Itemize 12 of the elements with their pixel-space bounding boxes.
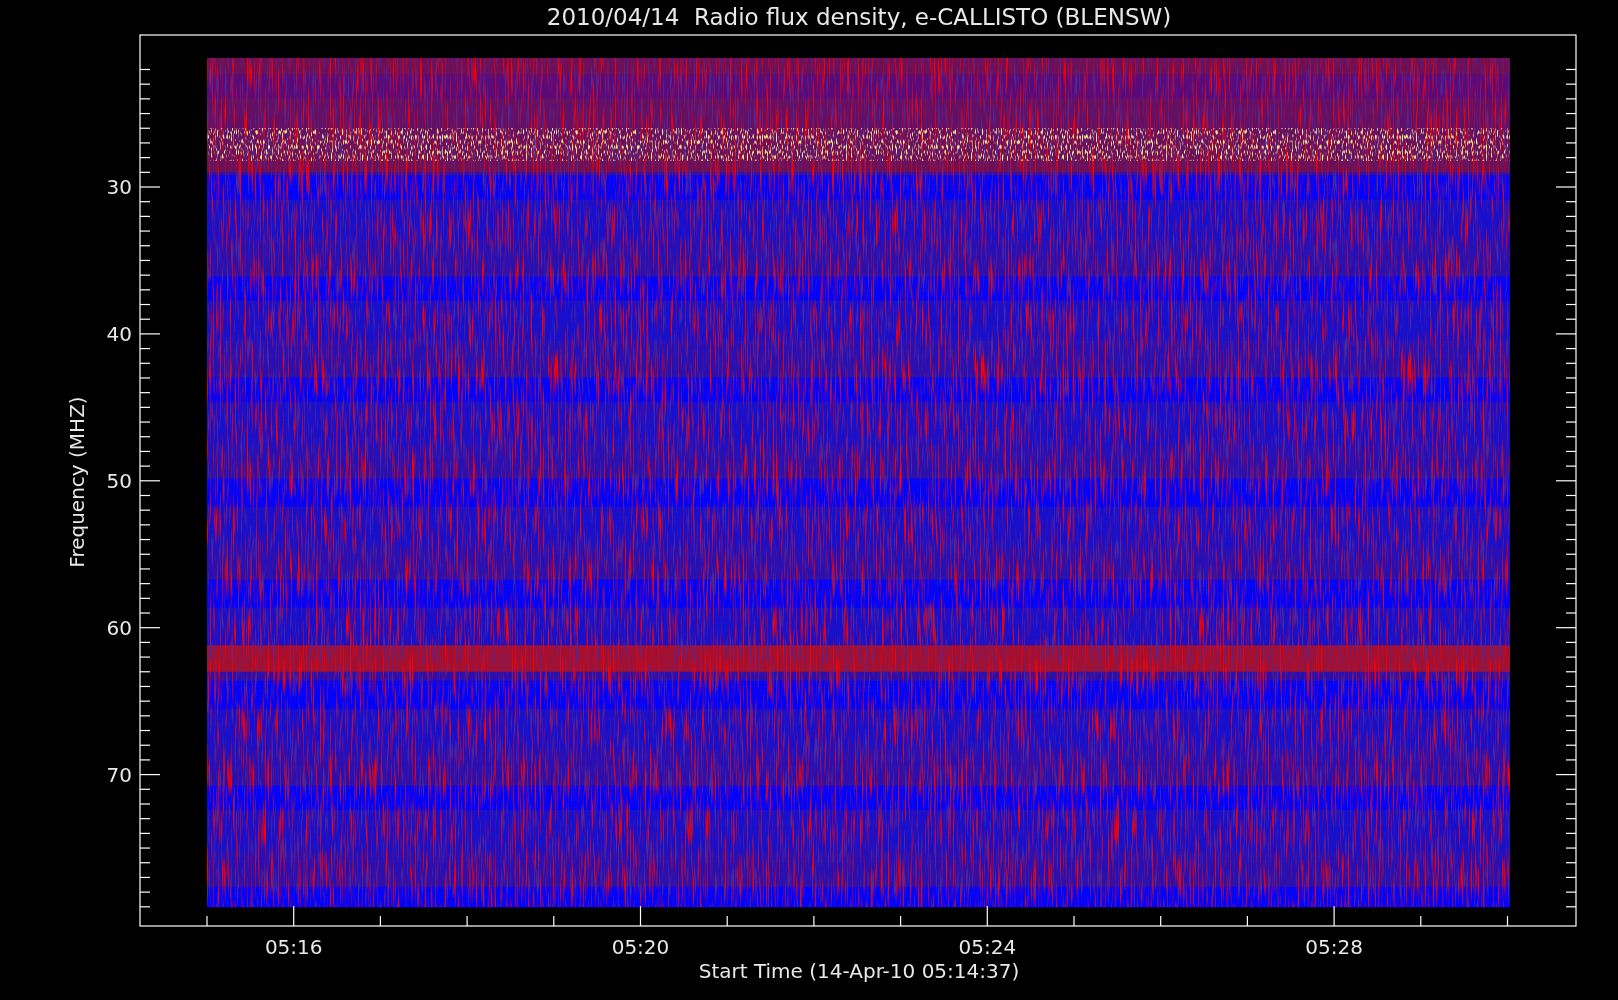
- y-axis-label: Frequency (MHZ): [65, 396, 89, 568]
- y-tick-label: 70: [106, 762, 132, 787]
- y-tick-label: 30: [106, 175, 132, 199]
- chart-title: 2010/04/14 Radio flux density, e-CALLISTO (BLENSW): [546, 4, 1172, 30]
- y-tick-label: 60: [106, 615, 132, 640]
- x-tick-label: 05:16: [264, 935, 323, 959]
- x-tick-label: 05:24: [958, 935, 1017, 959]
- y-tick-label: 40: [106, 321, 132, 346]
- x-axis-label: Start Time (14-Apr-10 05:14:37): [698, 959, 1020, 983]
- x-tick-label: 05:20: [611, 935, 670, 959]
- x-tick-label: 05:28: [1305, 935, 1363, 959]
- y-tick-label: 50: [106, 468, 132, 493]
